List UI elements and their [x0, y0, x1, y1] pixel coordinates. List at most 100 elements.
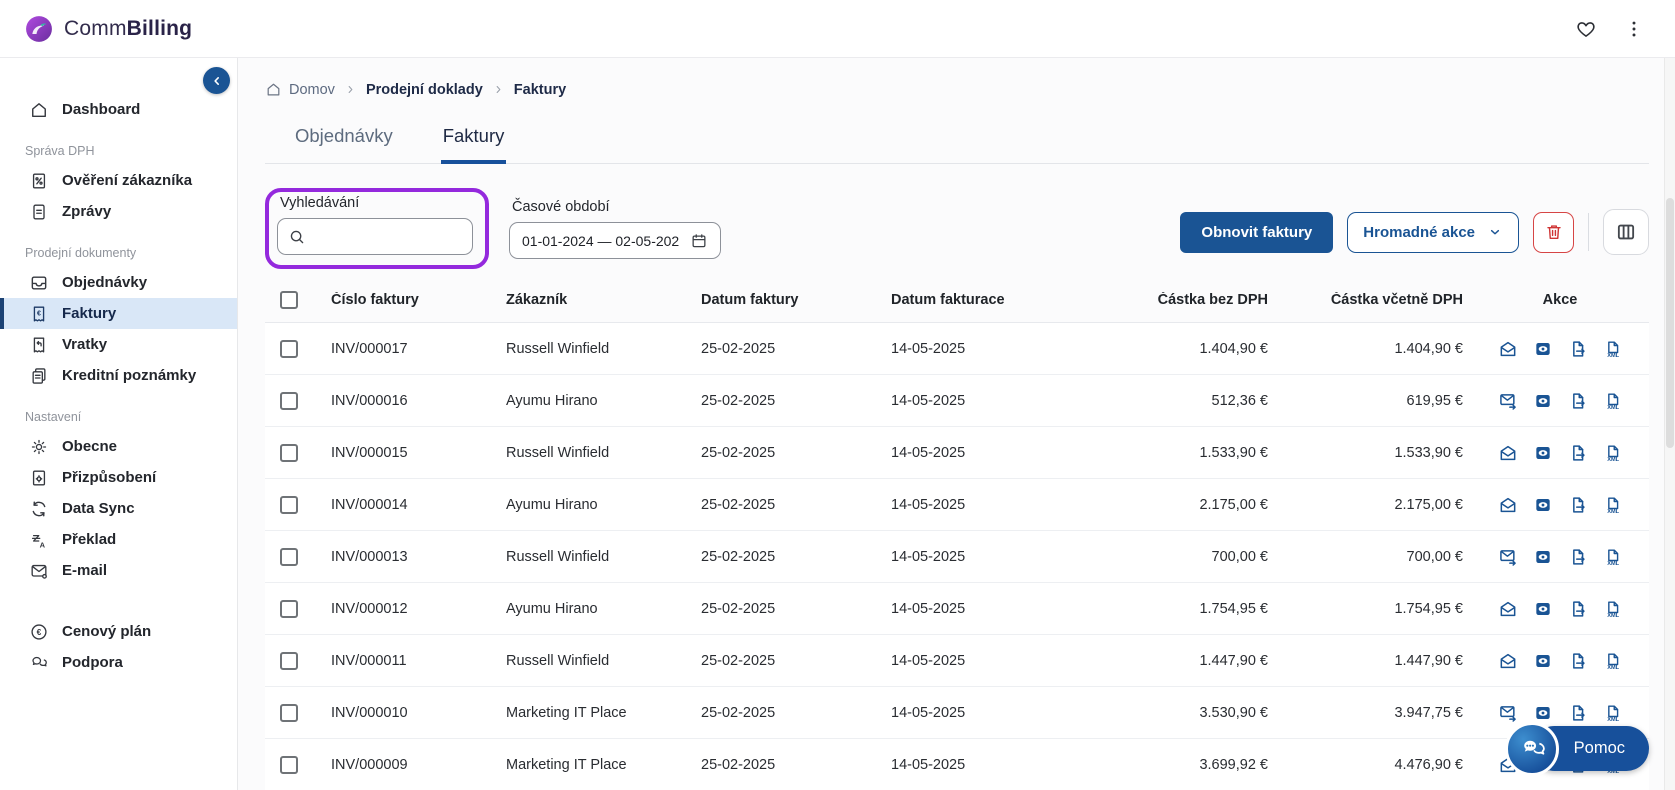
export-xml-action-icon[interactable]: XML — [1603, 443, 1623, 463]
row-checkbox[interactable] — [280, 599, 298, 618]
mail-send-action-icon[interactable] — [1498, 391, 1518, 411]
select-all-checkbox[interactable] — [280, 290, 298, 309]
invoice-date-cell: 25-02-2025 — [701, 392, 776, 409]
help-button[interactable]: Pomoc — [1504, 721, 1649, 776]
scrollbar-thumb[interactable] — [1666, 198, 1674, 448]
chevron-right-icon — [492, 83, 505, 96]
home-icon — [29, 100, 49, 120]
sidebar-item-dashboard[interactable]: Dashboard — [0, 94, 237, 125]
invoice-number-cell: INV/000013 — [331, 548, 408, 565]
view-invoice-action-icon[interactable] — [1533, 703, 1553, 723]
table-row[interactable]: INV/000015 Russell Winfield 25-02-2025 1… — [265, 427, 1649, 479]
sidebar-section-label-nastaveni: Nastavení — [25, 410, 82, 424]
sidebar-item-objednavky[interactable]: Objednávky — [0, 267, 237, 298]
mail-send-action-icon[interactable] — [1498, 547, 1518, 567]
row-checkbox[interactable] — [280, 547, 298, 566]
export-pdf-action-icon[interactable] — [1568, 599, 1588, 619]
export-xml-action-icon[interactable]: XML — [1603, 495, 1623, 515]
bulk-actions-button[interactable]: Hromadné akce — [1347, 211, 1519, 253]
table-row[interactable]: INV/000010 Marketing IT Place 25-02-2025… — [265, 687, 1649, 739]
export-pdf-action-icon[interactable] — [1568, 339, 1588, 359]
sidebar-item-prizpusobeni[interactable]: Přizpůsobení — [0, 462, 237, 493]
row-checkbox[interactable] — [280, 703, 298, 722]
tab-faktury[interactable]: Faktury — [440, 117, 507, 164]
mail-send-action-icon[interactable] — [1498, 703, 1518, 723]
export-xml-action-icon[interactable]: XML — [1603, 599, 1623, 619]
sidebar-item-faktury[interactable]: € Faktury — [0, 298, 237, 329]
breadcrumb-item-domov[interactable]: Domov — [265, 81, 335, 98]
sidebar-collapse-button[interactable] — [203, 67, 230, 94]
row-checkbox[interactable] — [280, 339, 298, 358]
export-pdf-action-icon[interactable] — [1568, 443, 1588, 463]
view-invoice-action-icon[interactable] — [1533, 651, 1553, 671]
row-checkbox[interactable] — [280, 755, 298, 774]
date-range-picker[interactable]: 01-01-2024 — 02-05-202 — [509, 222, 722, 259]
invoice-date-cell: 25-02-2025 — [701, 652, 776, 669]
sidebar-item-data-sync[interactable]: Data Sync — [0, 493, 237, 524]
sidebar-item-zpravy[interactable]: Zprávy — [0, 196, 237, 227]
table-row[interactable]: INV/000013 Russell Winfield 25-02-2025 1… — [265, 531, 1649, 583]
delete-button[interactable] — [1533, 211, 1574, 253]
breadcrumb-item-faktury[interactable]: Faktury — [514, 82, 566, 98]
view-invoice-action-icon[interactable] — [1533, 547, 1553, 567]
table-row[interactable]: INV/000016 Ayumu Hirano 25-02-2025 14-05… — [265, 375, 1649, 427]
export-xml-action-icon[interactable]: XML — [1603, 391, 1623, 411]
amount-gross-cell: 1.447,90 € — [1394, 652, 1463, 669]
export-xml-action-icon[interactable]: XML — [1603, 547, 1623, 567]
breadcrumb: Domov Prodejní doklady Faktury — [238, 58, 1675, 113]
sidebar-item-podpora[interactable]: Podpora — [0, 647, 237, 678]
favorites-heart-icon[interactable] — [1575, 18, 1597, 40]
sidebar-item-kreditni-poznamky[interactable]: Kreditní poznámky — [0, 360, 237, 391]
sidebar-section-label-prodejni-dokumenty: Prodejní dokumenty — [25, 246, 137, 260]
mail-open-action-icon[interactable] — [1498, 339, 1518, 359]
view-invoice-action-icon[interactable] — [1533, 391, 1553, 411]
mail-open-action-icon[interactable] — [1498, 651, 1518, 671]
sidebar-item-preklad[interactable]: A Překlad — [0, 524, 237, 555]
row-checkbox[interactable] — [280, 391, 298, 410]
period-group: Časové období 01-01-2024 — 02-05-202 — [509, 199, 722, 259]
invoice-number-cell: INV/000015 — [331, 444, 408, 461]
sidebar-item-overeni-zakaznika[interactable]: Ověření zákazníka — [0, 165, 237, 196]
table-row[interactable]: INV/000012 Ayumu Hirano 25-02-2025 14-05… — [265, 583, 1649, 635]
export-pdf-action-icon[interactable] — [1568, 547, 1588, 567]
svg-text:XML: XML — [1607, 561, 1619, 567]
chevron-down-icon — [1487, 224, 1503, 240]
export-xml-action-icon[interactable]: XML — [1603, 703, 1623, 723]
amount-gross-cell: 2.175,00 € — [1394, 496, 1463, 513]
export-pdf-action-icon[interactable] — [1568, 391, 1588, 411]
invoice-number-cell: INV/000012 — [331, 600, 408, 617]
export-pdf-action-icon[interactable] — [1568, 651, 1588, 671]
export-xml-action-icon[interactable]: XML — [1603, 339, 1623, 359]
tab-objednavky[interactable]: Objednávky — [293, 117, 395, 164]
scrollbar-track[interactable] — [1664, 58, 1675, 790]
search-input[interactable] — [314, 228, 462, 245]
export-xml-action-icon[interactable]: XML — [1603, 651, 1623, 671]
breadcrumb-item-prodejni-doklady[interactable]: Prodejní doklady — [366, 82, 483, 98]
view-invoice-action-icon[interactable] — [1533, 339, 1553, 359]
table-row[interactable]: INV/000011 Russell Winfield 25-02-2025 1… — [265, 635, 1649, 687]
column-settings-button[interactable] — [1603, 209, 1649, 255]
mail-open-action-icon[interactable] — [1498, 495, 1518, 515]
row-checkbox[interactable] — [280, 651, 298, 670]
sidebar-item-obecne[interactable]: Obecne — [0, 431, 237, 462]
row-checkbox[interactable] — [280, 495, 298, 514]
table-row[interactable]: INV/000014 Ayumu Hirano 25-02-2025 14-05… — [265, 479, 1649, 531]
sidebar-item-e-mail[interactable]: E-mail — [0, 555, 237, 586]
sidebar-item-label: Faktury — [62, 305, 117, 322]
table-row[interactable]: INV/000009 Marketing IT Place 25-02-2025… — [265, 739, 1649, 790]
kebab-menu-icon[interactable] — [1623, 18, 1645, 40]
export-pdf-action-icon[interactable] — [1568, 495, 1588, 515]
view-invoice-action-icon[interactable] — [1533, 495, 1553, 515]
export-pdf-action-icon[interactable] — [1568, 703, 1588, 723]
mail-open-action-icon[interactable] — [1498, 599, 1518, 619]
refresh-invoices-button[interactable]: Obnovit faktury — [1180, 211, 1334, 253]
view-invoice-action-icon[interactable] — [1533, 443, 1553, 463]
row-checkbox[interactable] — [280, 443, 298, 462]
sidebar-item-vratky[interactable]: Vratky — [0, 329, 237, 360]
sidebar-item-cenovy-plan[interactable]: € Cenový plán — [0, 616, 237, 647]
view-invoice-action-icon[interactable] — [1533, 599, 1553, 619]
table-row[interactable]: INV/000017 Russell Winfield 25-02-2025 1… — [265, 323, 1649, 375]
app-logo[interactable]: CommBilling — [24, 14, 192, 44]
svg-text:A: A — [40, 540, 46, 549]
mail-open-action-icon[interactable] — [1498, 443, 1518, 463]
